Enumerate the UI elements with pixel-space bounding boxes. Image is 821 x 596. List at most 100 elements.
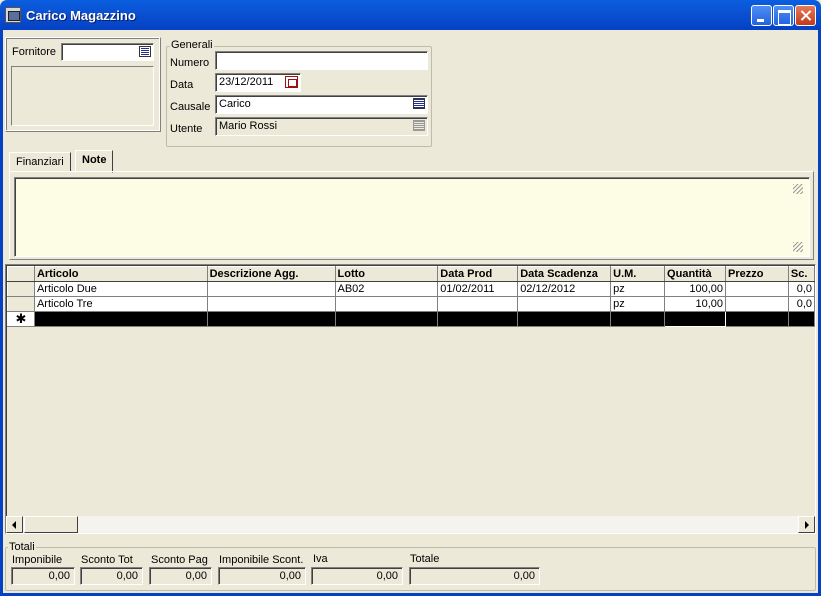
- numero-field[interactable]: [215, 51, 428, 70]
- iva-label: Iva: [313, 553, 328, 565]
- sconto-tot-label: Sconto Tot: [81, 554, 133, 566]
- causale-combo[interactable]: Carico: [215, 95, 428, 114]
- table-cell[interactable]: Articolo Tre: [33, 296, 208, 312]
- utente-label: Utente: [170, 123, 203, 135]
- imponibile-scont-value: 0,00: [279, 570, 301, 582]
- sconto-tot-field: 0,00: [80, 567, 143, 585]
- calendar-icon[interactable]: [285, 76, 298, 88]
- articles-table: Articolo Descrizione Agg. Lotto Data Pro…: [7, 266, 815, 327]
- table-cell[interactable]: [787, 311, 815, 327]
- sconto-pag-value: 0,00: [185, 570, 207, 582]
- totale-label: Totale: [410, 553, 440, 565]
- table-cell[interactable]: [725, 311, 789, 327]
- new-row-marker[interactable]: ✱: [7, 311, 35, 327]
- minimize-button[interactable]: [751, 5, 772, 26]
- iva-value: 0,00: [376, 570, 398, 582]
- table-cell[interactable]: 0,0: [787, 296, 815, 312]
- row-indicator-header: [7, 266, 35, 282]
- table-cell[interactable]: 02/12/2012: [517, 281, 612, 297]
- table-cell[interactable]: pz: [610, 296, 666, 312]
- fornitore-label: Fornitore: [12, 46, 57, 58]
- table-cell[interactable]: [664, 311, 726, 327]
- column-header[interactable]: U.M.: [610, 266, 666, 282]
- column-header[interactable]: Data Scadenza: [517, 266, 612, 282]
- table-cell[interactable]: [437, 311, 519, 327]
- numero-label: Numero: [170, 57, 210, 69]
- row-indicator[interactable]: [7, 296, 35, 312]
- tab-finanziari[interactable]: Finanziari: [9, 152, 71, 172]
- table-cell[interactable]: [206, 281, 336, 297]
- sconto-pag-label: Sconto Pag: [151, 554, 208, 566]
- table-cell[interactable]: [517, 296, 612, 312]
- app-icon[interactable]: [5, 7, 21, 23]
- column-header[interactable]: Data Prod: [437, 266, 519, 282]
- scroll-left-icon: [12, 521, 16, 529]
- totale-value: 0,00: [513, 570, 535, 582]
- totali-label: Totali: [8, 541, 36, 553]
- articles-grid[interactable]: Articolo Descrizione Agg. Lotto Data Pro…: [5, 264, 816, 534]
- imponibile-scont-field: 0,00: [218, 567, 306, 585]
- tab-note[interactable]: Note: [75, 150, 114, 173]
- window-title: Carico Magazzino: [26, 8, 136, 23]
- scroll-right-icon: [805, 521, 809, 529]
- data-label: Data: [170, 79, 194, 91]
- scroll-thumb[interactable]: [24, 516, 78, 533]
- data-field[interactable]: 23/12/2011: [215, 73, 301, 92]
- table-cell[interactable]: [725, 296, 789, 312]
- table-cell[interactable]: [206, 311, 336, 327]
- imponibile-value: 0,00: [48, 570, 70, 582]
- table-cell[interactable]: 100,00: [664, 281, 726, 297]
- data-value: 23/12/2011: [219, 76, 274, 88]
- table-cell[interactable]: [725, 281, 789, 297]
- new-row[interactable]: ✱: [7, 311, 815, 327]
- column-header[interactable]: Prezzo: [725, 266, 789, 282]
- column-header[interactable]: Sc.: [787, 266, 815, 282]
- scroll-left-button[interactable]: [6, 516, 23, 533]
- imponibile-label: Imponibile: [12, 554, 63, 566]
- table-cell[interactable]: [334, 296, 439, 312]
- column-header[interactable]: Quantità: [664, 266, 726, 282]
- dropdown-icon[interactable]: [139, 46, 151, 57]
- fornitore-details: [11, 66, 154, 126]
- table-cell[interactable]: [437, 296, 519, 312]
- grid-header-row: Articolo Descrizione Agg. Lotto Data Pro…: [7, 266, 815, 282]
- dropdown-icon[interactable]: [413, 120, 425, 131]
- causale-label: Causale: [170, 101, 211, 113]
- imponibile-scont-label: Imponibile Scont.: [219, 554, 304, 566]
- table-cell[interactable]: [610, 311, 666, 327]
- notes-textarea[interactable]: [14, 177, 810, 257]
- table-cell[interactable]: [334, 311, 439, 327]
- scroll-right-button[interactable]: [798, 516, 815, 533]
- iva-field: 0,00: [311, 567, 403, 585]
- table-row[interactable]: Articolo Tre pz 10,00 0,0: [7, 296, 815, 312]
- table-cell[interactable]: [33, 311, 208, 327]
- causale-value: Carico: [219, 98, 251, 110]
- column-header[interactable]: Lotto: [334, 266, 439, 282]
- maximize-button[interactable]: [773, 5, 794, 26]
- resize-grip-icon: [793, 242, 803, 252]
- table-row[interactable]: Articolo Due AB02 01/02/2011 02/12/2012 …: [7, 281, 815, 297]
- sconto-tot-value: 0,00: [116, 570, 138, 582]
- generali-label: Generali: [170, 39, 214, 51]
- table-cell[interactable]: pz: [610, 281, 666, 297]
- imponibile-field: 0,00: [11, 567, 75, 585]
- table-cell[interactable]: [517, 311, 612, 327]
- table-cell[interactable]: Articolo Due: [33, 281, 208, 297]
- utente-value: Mario Rossi: [219, 120, 278, 132]
- table-cell[interactable]: 10,00: [664, 296, 726, 312]
- table-cell[interactable]: [206, 296, 336, 312]
- table-cell[interactable]: 01/02/2011: [437, 281, 519, 297]
- column-header[interactable]: Articolo: [33, 266, 208, 282]
- table-cell[interactable]: AB02: [334, 281, 439, 297]
- horizontal-scrollbar[interactable]: [6, 516, 815, 533]
- fornitore-combo[interactable]: [61, 43, 154, 61]
- title-bar[interactable]: Carico Magazzino: [0, 0, 821, 30]
- column-header[interactable]: Descrizione Agg.: [206, 266, 336, 282]
- close-button[interactable]: [795, 5, 816, 26]
- row-indicator[interactable]: [7, 281, 35, 297]
- totale-field: 0,00: [409, 567, 540, 585]
- table-cell[interactable]: 0,0: [787, 281, 815, 297]
- sconto-pag-field: 0,00: [149, 567, 212, 585]
- utente-combo[interactable]: Mario Rossi: [215, 117, 428, 136]
- dropdown-icon[interactable]: [413, 98, 425, 109]
